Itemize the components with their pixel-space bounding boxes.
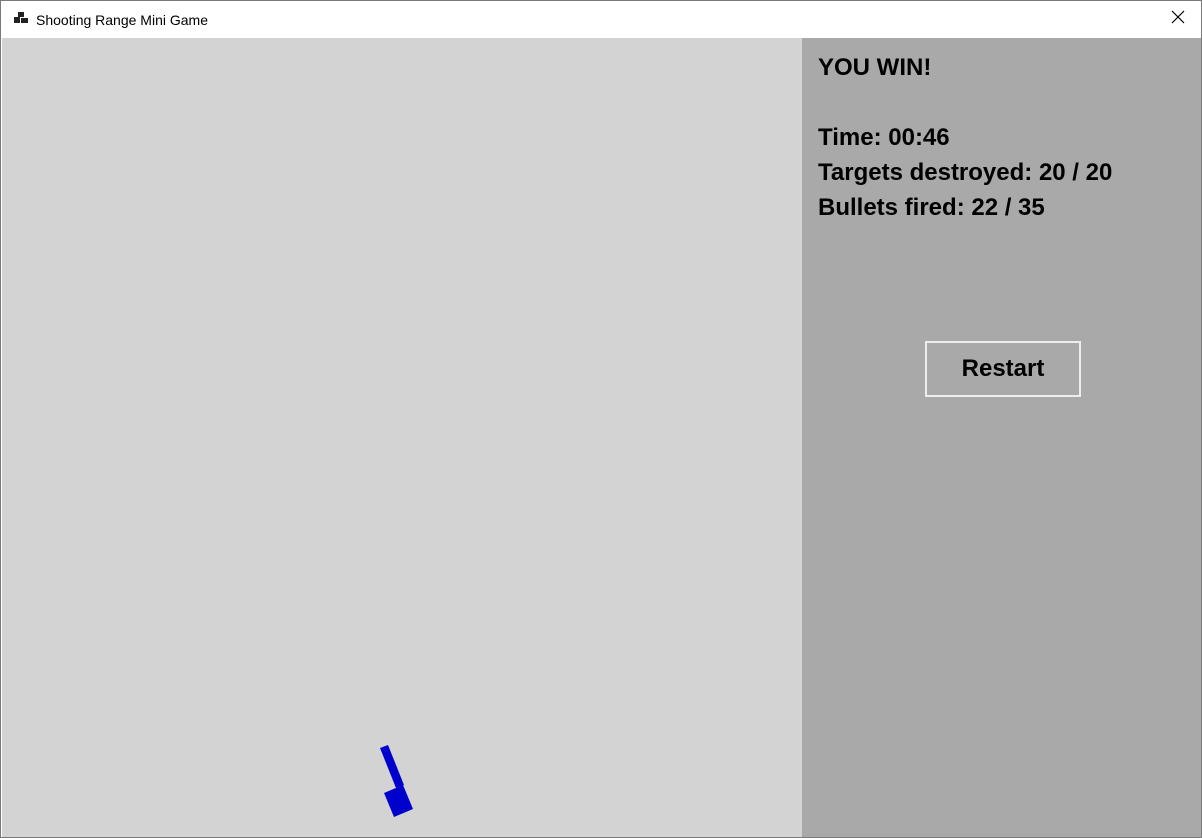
cannon	[372, 743, 432, 823]
app-window-icon	[13, 11, 29, 27]
win-status-text: YOU WIN!	[818, 54, 932, 81]
time-readout: Time: 00:46	[818, 124, 950, 151]
bullets-readout: Bullets fired: 22 / 35	[818, 194, 1045, 221]
close-button[interactable]	[1155, 1, 1201, 38]
game-area[interactable]	[2, 38, 802, 837]
side-panel: YOU WIN! Time: 00:46 Targets destroyed: …	[802, 38, 1201, 837]
restart-button[interactable]: Restart	[925, 341, 1081, 397]
app-window: Shooting Range Mini Game YOU WIN! Time: …	[0, 0, 1202, 838]
cannon-icon	[380, 745, 413, 817]
window-title: Shooting Range Mini Game	[36, 12, 208, 28]
targets-readout: Targets destroyed: 20 / 20	[818, 159, 1113, 186]
close-icon	[1171, 10, 1185, 29]
title-bar[interactable]: Shooting Range Mini Game	[1, 1, 1201, 38]
